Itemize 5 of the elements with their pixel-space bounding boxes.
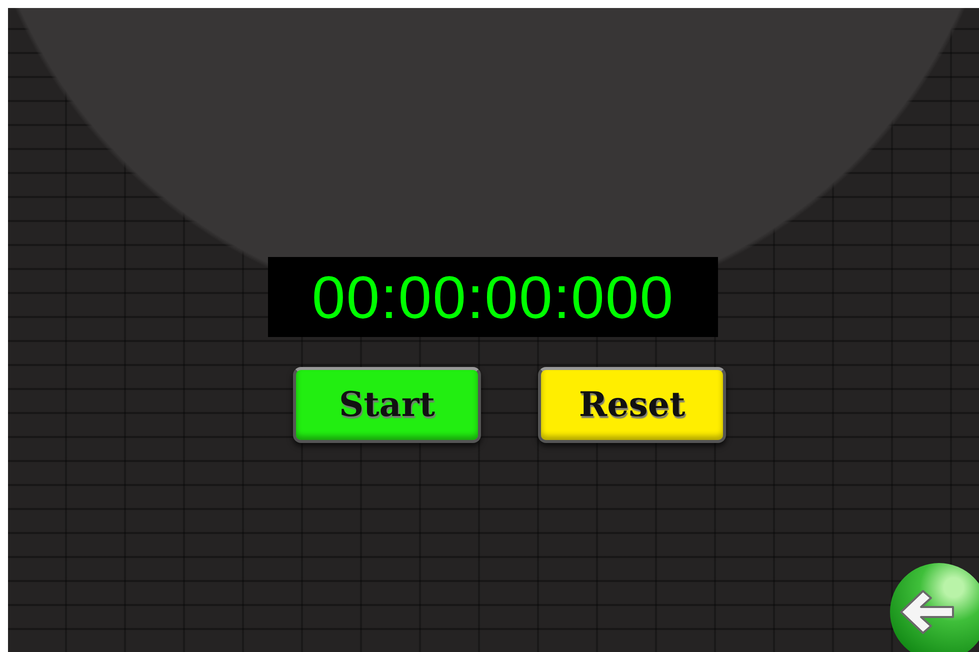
left-arrow-icon xyxy=(897,587,957,637)
start-button[interactable]: Start xyxy=(293,367,481,443)
timer-display: 00:00:00:000 xyxy=(268,257,718,337)
back-button[interactable] xyxy=(890,563,979,652)
reset-button[interactable]: Reset xyxy=(538,367,726,443)
